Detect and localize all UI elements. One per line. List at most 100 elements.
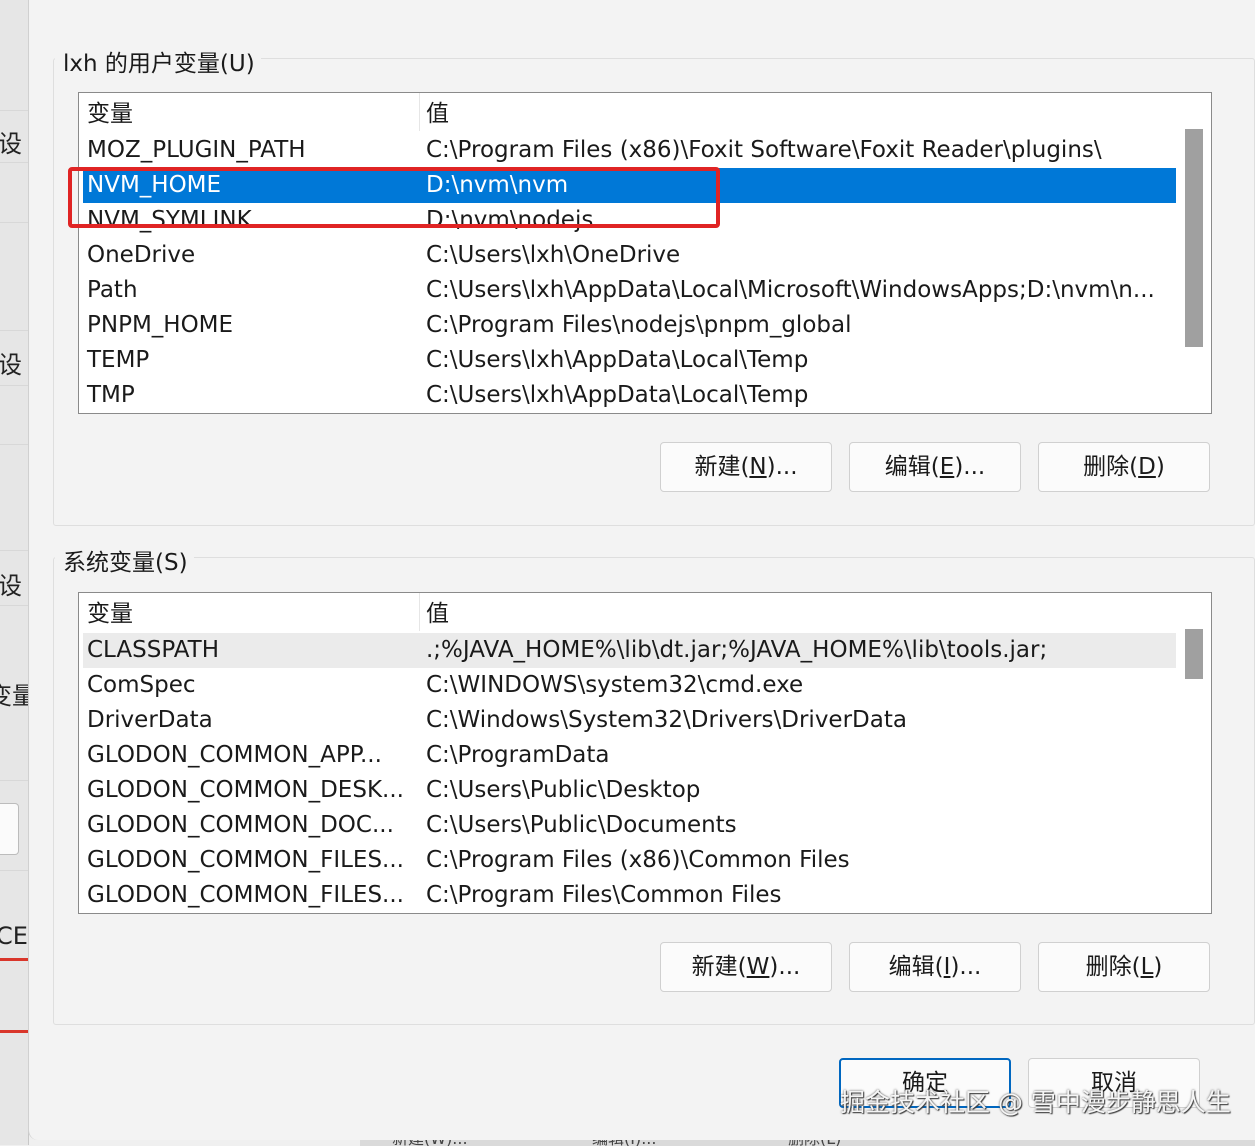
access-key: L (1140, 954, 1154, 980)
scrollbar-thumb[interactable] (1185, 129, 1203, 347)
column-header-variable[interactable]: 变量 (87, 597, 133, 632)
bg-box (0, 803, 19, 855)
variable-name: TEMP (87, 347, 150, 373)
access-key: W (746, 954, 770, 980)
variable-value: .;%JAVA_HOME%\lib\dt.jar;%JAVA_HOME%\lib… (426, 637, 1048, 663)
system-variables-title: 系统变量(S) (55, 543, 194, 577)
table-row[interactable]: OneDrive C:\Users\lxh\OneDrive (83, 238, 1176, 273)
variable-value: C:\Users\lxh\AppData\Local\Microsoft\Win… (426, 277, 1155, 303)
bg-divider (0, 780, 28, 781)
variable-value: C:\Windows\System32\Drivers\DriverData (426, 707, 907, 733)
bg-item: 变量 (0, 676, 28, 711)
system-delete-button[interactable]: 删除(L) (1038, 942, 1210, 992)
table-row[interactable]: GLODON_COMMON_FILES... C:\Program Files\… (83, 878, 1176, 913)
bg-divider (0, 444, 28, 445)
table-row[interactable]: ComSpec C:\WINDOWS\system32\cmd.exe (83, 668, 1176, 703)
variable-name: GLODON_COMMON_APP... (87, 742, 382, 768)
variable-name: CLASSPATH (87, 637, 220, 663)
bg-divider (0, 550, 28, 551)
list-header: 变量 值 (79, 93, 1174, 131)
column-divider[interactable] (419, 593, 420, 631)
button-label: 删除( (1085, 954, 1141, 980)
table-row[interactable]: TEMP C:\Users\lxh\AppData\Local\Temp (83, 343, 1176, 378)
variable-name: Path (87, 277, 138, 303)
column-header-variable[interactable]: 变量 (87, 97, 133, 132)
bg-divider (0, 870, 28, 871)
variable-name: TMP (87, 382, 135, 408)
variable-name: GLODON_COMMON_FILES... (87, 847, 404, 873)
system-edit-button[interactable]: 编辑(I)... (849, 942, 1021, 992)
variable-name: MOZ_PLUGIN_PATH (87, 137, 306, 163)
variable-name: GLODON_COMMON_FILES... (87, 882, 404, 908)
watermark-text: 掘金技术社区 @ 雪中漫步静思人生 (840, 1088, 1231, 1117)
table-row-selected[interactable]: NVM_HOME D:\nvm\nvm (83, 168, 1176, 203)
variable-value: D:\nvm\nvm (426, 172, 569, 198)
table-row[interactable]: NVM_SYMLINK D:\nvm\nodejs (83, 203, 1176, 238)
user-edit-button[interactable]: 编辑(E)... (849, 442, 1021, 492)
table-row[interactable]: TMP C:\Users\lxh\AppData\Local\Temp (83, 378, 1176, 413)
button-suffix: )... (954, 454, 986, 480)
button-label: 新建( (691, 954, 747, 980)
variable-name: GLODON_COMMON_DESK... (87, 777, 404, 803)
user-variables-list[interactable]: 变量 值 MOZ_PLUGIN_PATH C:\Program Files (x… (78, 92, 1212, 414)
bg-item: CE (0, 922, 28, 950)
variable-value: C:\Program Files\nodejs\pnpm_global (426, 312, 852, 338)
table-row[interactable]: GLODON_COMMON_DESK... C:\Users\Public\De… (83, 773, 1176, 808)
button-suffix: )... (766, 454, 798, 480)
bg-red-line (0, 958, 28, 961)
button-suffix: ) (1153, 954, 1163, 980)
button-label: 新建( (694, 454, 750, 480)
table-row[interactable]: GLODON_COMMON_APP... C:\ProgramData (83, 738, 1176, 773)
list-header: 变量 值 (79, 593, 1174, 631)
column-divider[interactable] (419, 93, 420, 131)
bg-divider (0, 162, 28, 163)
system-new-button[interactable]: 新建(W)... (660, 942, 832, 992)
bg-red-line (0, 1030, 28, 1033)
user-variables-title: lxh 的用户变量(U) (55, 44, 261, 78)
variable-value: C:\WINDOWS\system32\cmd.exe (426, 672, 804, 698)
table-row[interactable]: PNPM_HOME C:\Program Files\nodejs\pnpm_g… (83, 308, 1176, 343)
button-suffix: )... (950, 954, 982, 980)
variable-name: GLODON_COMMON_DOC... (87, 812, 394, 838)
table-row[interactable]: GLODON_COMMON_FILES... C:\Program Files … (83, 843, 1176, 878)
scrollbar-thumb[interactable] (1185, 629, 1203, 679)
bg-item: 设 (0, 351, 22, 379)
button-label: 删除( (1083, 454, 1139, 480)
column-header-value[interactable]: 值 (426, 597, 449, 632)
access-key: N (749, 454, 767, 480)
variable-value: C:\Program Files (x86)\Foxit Software\Fo… (426, 137, 1102, 163)
variable-value: D:\nvm\nodejs (426, 207, 594, 233)
access-key: D (1138, 454, 1156, 480)
button-label: 编辑( (884, 454, 940, 480)
variable-value: C:\Program Files (x86)\Common Files (426, 847, 850, 873)
environment-variables-dialog: lxh 的用户变量(U) 变量 值 MOZ_PLUGIN_PATH C:\Pro… (28, 0, 1255, 1140)
table-row[interactable]: CLASSPATH .;%JAVA_HOME%\lib\dt.jar;%JAVA… (83, 633, 1176, 668)
bg-divider (0, 330, 28, 331)
access-key: E (939, 454, 955, 480)
column-header-value[interactable]: 值 (426, 97, 449, 132)
variable-name: DriverData (87, 707, 213, 733)
vertical-scrollbar[interactable] (1177, 593, 1211, 913)
table-row[interactable]: DriverData C:\Windows\System32\Drivers\D… (83, 703, 1176, 738)
variable-name: NVM_HOME (87, 172, 222, 198)
table-row[interactable]: Path C:\Users\lxh\AppData\Local\Microsof… (83, 273, 1176, 308)
variable-value: C:\Users\lxh\OneDrive (426, 242, 681, 268)
button-label: 编辑( (888, 954, 944, 980)
variable-value: C:\Users\lxh\AppData\Local\Temp (426, 382, 809, 408)
vertical-scrollbar[interactable] (1177, 93, 1211, 413)
system-variables-list[interactable]: 变量 值 CLASSPATH .;%JAVA_HOME%\lib\dt.jar;… (78, 592, 1212, 914)
background-window: 设 设 设 变量 CE (0, 0, 29, 1145)
bg-divider (0, 222, 28, 223)
variable-value: C:\Program Files\Common Files (426, 882, 782, 908)
user-new-button[interactable]: 新建(N)... (660, 442, 832, 492)
bg-divider (0, 605, 28, 606)
variable-name: ComSpec (87, 672, 196, 698)
user-delete-button[interactable]: 删除(D) (1038, 442, 1210, 492)
variable-value: C:\Users\Public\Desktop (426, 777, 701, 803)
table-row[interactable]: GLODON_COMMON_DOC... C:\Users\Public\Doc… (83, 808, 1176, 843)
bg-divider (0, 385, 28, 386)
bg-item: 设 (0, 130, 22, 158)
variable-value: C:\Users\Public\Documents (426, 812, 737, 838)
table-row[interactable]: MOZ_PLUGIN_PATH C:\Program Files (x86)\F… (83, 133, 1176, 168)
bg-divider (0, 110, 28, 111)
